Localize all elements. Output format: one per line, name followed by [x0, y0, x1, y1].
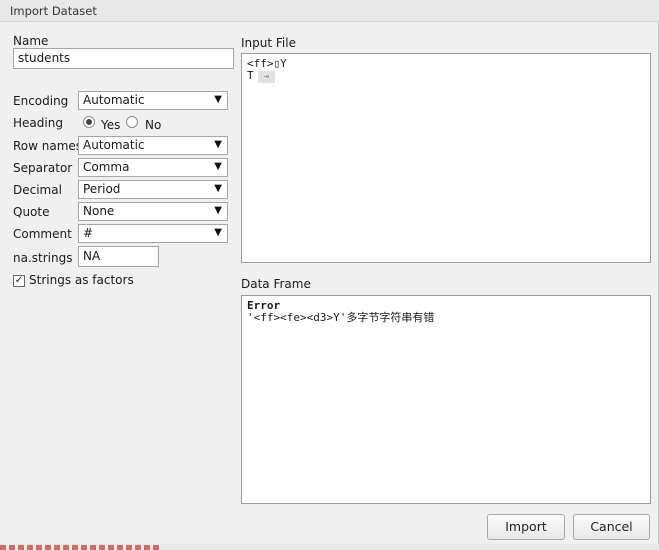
decimal-value: Period [83, 182, 121, 196]
rownames-value: Automatic [83, 138, 145, 152]
separator-select[interactable]: Comma ▼ [78, 158, 228, 177]
data-frame-label: Data Frame [241, 277, 311, 291]
comment-select[interactable]: # ▼ [78, 224, 228, 243]
dropdown-arrow-icon: ▼ [214, 227, 222, 238]
error-message: '<ff><fe><d3>Y'多字节字符串有错 [247, 311, 435, 324]
dropdown-arrow-icon: ▼ [214, 139, 222, 150]
comment-label: Comment [13, 227, 72, 241]
quote-select[interactable]: None ▼ [78, 202, 228, 221]
import-button[interactable]: Import [487, 514, 565, 540]
heading-yes-label: Yes [101, 118, 121, 132]
quote-label: Quote [13, 205, 50, 219]
quote-value: None [83, 204, 115, 218]
dropdown-arrow-icon: ▼ [214, 205, 222, 216]
background-text-decoration [0, 545, 160, 550]
background-window-strip [0, 544, 659, 550]
encoding-label: Encoding [13, 94, 69, 108]
decimal-select[interactable]: Period ▼ [78, 180, 228, 199]
name-input[interactable]: students [13, 48, 234, 69]
tab-marker-icon: ⇥ [257, 71, 276, 83]
dropdown-arrow-icon: ▼ [214, 161, 222, 172]
comment-value: # [83, 226, 94, 240]
input-file-preview[interactable]: <ff>▯Y T ⇥ [241, 53, 651, 263]
heading-yes-radio[interactable] [83, 116, 95, 128]
input-file-line-text: T [247, 69, 254, 82]
data-frame-preview[interactable]: Error '<ff><fe><d3>Y'多字节字符串有错 [241, 295, 651, 504]
decimal-label: Decimal [13, 183, 62, 197]
dropdown-arrow-icon: ▼ [214, 94, 222, 105]
cancel-button[interactable]: Cancel [573, 514, 650, 540]
heading-no-label: No [145, 118, 162, 132]
strings-as-factors-label: Strings as factors [29, 273, 134, 287]
window-title: Import Dataset [10, 4, 97, 18]
nastrings-input[interactable]: NA [78, 246, 159, 267]
name-label: Name [13, 34, 49, 48]
input-file-label: Input File [241, 36, 296, 50]
separator-value: Comma [83, 160, 130, 174]
nastrings-label: na.strings [13, 251, 73, 265]
input-file-line: <ff>▯Y [247, 57, 287, 70]
import-dataset-dialog: Name students Encoding Automatic ▼ Headi… [0, 22, 659, 544]
title-bar: Import Dataset [0, 0, 659, 22]
encoding-select[interactable]: Automatic ▼ [78, 91, 228, 110]
encoding-value: Automatic [83, 93, 145, 107]
heading-no-radio[interactable] [126, 116, 138, 128]
dropdown-arrow-icon: ▼ [214, 183, 222, 194]
rownames-label: Row names [13, 139, 83, 153]
heading-label: Heading [13, 116, 63, 130]
strings-as-factors-checkbox[interactable]: ✓ [13, 275, 25, 287]
rownames-select[interactable]: Automatic ▼ [78, 136, 228, 155]
input-file-line: T ⇥ [247, 70, 645, 83]
separator-label: Separator [13, 161, 73, 175]
